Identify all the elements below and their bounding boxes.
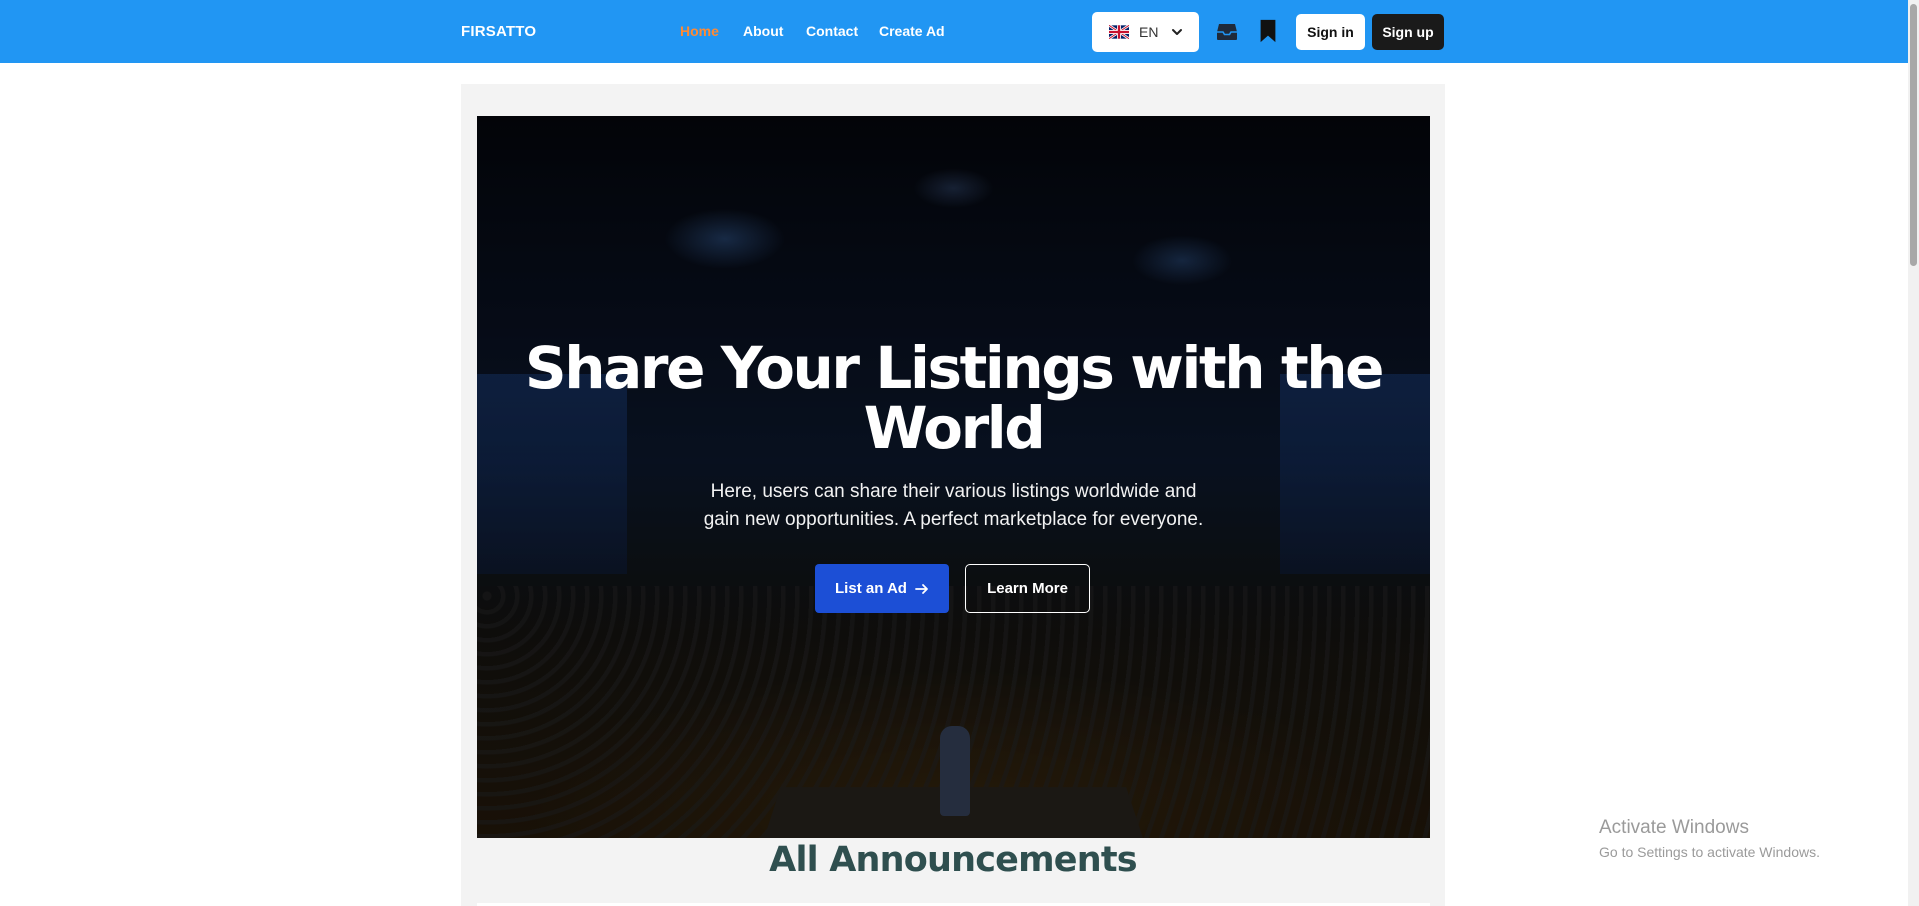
- sign-in-button[interactable]: Sign in: [1296, 14, 1365, 50]
- nav-link-about[interactable]: About: [743, 0, 783, 63]
- page-scrollbar[interactable]: [1908, 0, 1919, 906]
- nav-link-contact[interactable]: Contact: [806, 0, 858, 63]
- hero-title: Share Your Listings with the World: [477, 338, 1430, 458]
- hero-subtitle: Here, users can share their various list…: [477, 478, 1430, 534]
- chevron-down-icon: [1172, 29, 1182, 35]
- arrow-right-icon: [915, 583, 928, 594]
- language-selector[interactable]: EN: [1092, 12, 1199, 52]
- bookmark-icon[interactable]: [1256, 19, 1280, 43]
- nav-link-home[interactable]: Home: [680, 0, 719, 63]
- hero-overlay: [477, 116, 1430, 838]
- inbox-icon[interactable]: [1215, 20, 1239, 44]
- language-code: EN: [1139, 24, 1159, 40]
- hero-subtitle-line-1: Here, users can share their various list…: [710, 481, 1197, 502]
- top-navbar: FIRSATTO Home About Contact Create Ad EN…: [0, 0, 1908, 63]
- uk-flag-icon: [1109, 25, 1129, 39]
- watermark-line-1: Activate Windows: [1599, 817, 1749, 838]
- nav-link-create-ad[interactable]: Create Ad: [879, 0, 945, 63]
- hero-title-line-2: World: [863, 394, 1046, 462]
- scrollbar-thumb[interactable]: [1910, 4, 1917, 266]
- brand-logo[interactable]: FIRSATTO: [461, 0, 536, 63]
- hero-banner-image: [477, 116, 1430, 838]
- hero-title-line-1: Share Your Listings with the: [524, 334, 1385, 402]
- list-an-ad-button[interactable]: List an Ad: [815, 564, 949, 613]
- list-an-ad-label: List an Ad: [835, 580, 907, 597]
- announcements-heading: All Announcements: [769, 840, 1137, 880]
- hero-subtitle-line-2: gain new opportunities. A perfect market…: [703, 509, 1204, 530]
- learn-more-button[interactable]: Learn More: [965, 564, 1090, 613]
- sign-up-button[interactable]: Sign up: [1372, 14, 1444, 50]
- windows-activation-watermark: Activate Windows Go to Settings to activ…: [1599, 816, 1820, 862]
- watermark-line-2: Go to Settings to activate Windows.: [1599, 844, 1820, 860]
